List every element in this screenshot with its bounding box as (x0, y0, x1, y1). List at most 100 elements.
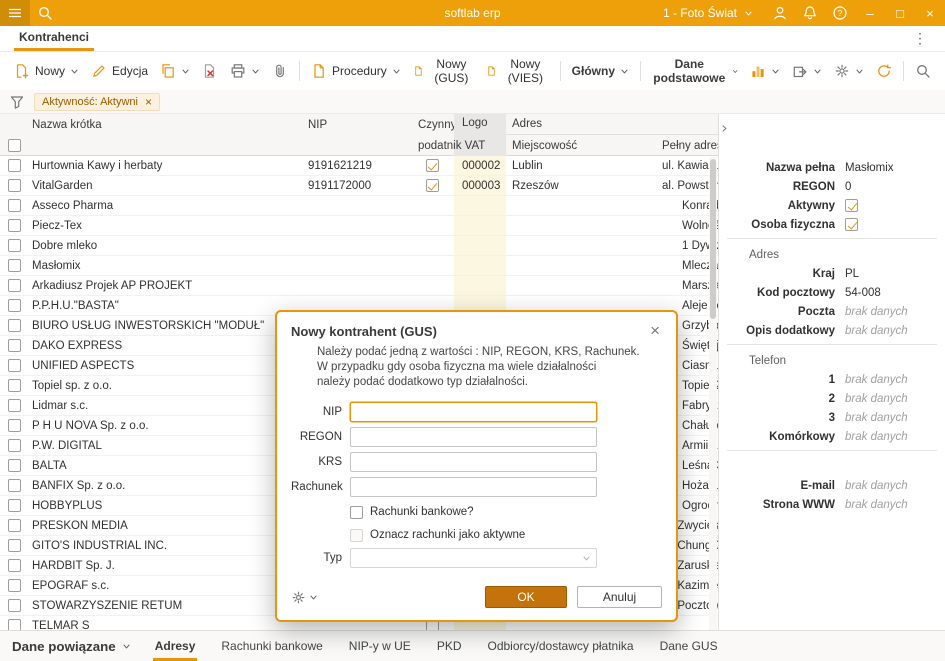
related-data-tab[interactable]: NIP-y w UE (347, 631, 413, 661)
column-header-vat-line1[interactable]: Czynny (410, 114, 454, 135)
notifications-button[interactable] (795, 0, 825, 26)
vertical-scrollbar[interactable] (709, 157, 717, 630)
row-select-checkbox[interactable] (8, 559, 21, 572)
workspace-selector[interactable]: 1 - Foto Świat (651, 0, 765, 26)
row-select-checkbox[interactable] (8, 359, 21, 372)
export-button[interactable] (786, 57, 828, 85)
scrollbar-thumb[interactable] (710, 159, 716, 319)
print-button[interactable] (224, 57, 266, 85)
search-button[interactable] (909, 57, 937, 85)
row-select-checkbox[interactable] (8, 439, 21, 452)
table-row[interactable]: Masłomix Mleczar (0, 256, 718, 276)
row-select-checkbox[interactable] (8, 399, 21, 412)
edit-button[interactable]: Edycja (85, 57, 154, 85)
vat-checkbox[interactable] (426, 179, 439, 192)
row-select-checkbox[interactable] (8, 619, 21, 630)
panel-checkbox[interactable] (845, 199, 858, 212)
regon-input[interactable] (350, 427, 597, 447)
dialog-settings-button[interactable] (291, 590, 318, 605)
related-data-tab[interactable]: Odbiorcy/dostawcy płatnika (486, 631, 636, 661)
table-row[interactable]: Arkadiusz Projek AP PROJEKT Marszał (0, 276, 718, 296)
related-data-tab[interactable]: Rachunki bankowe (219, 631, 324, 661)
row-select-checkbox[interactable] (8, 179, 21, 192)
row-select-checkbox[interactable] (8, 599, 21, 612)
typ-select[interactable] (350, 548, 597, 568)
dialog-close-icon[interactable]: × (648, 324, 662, 338)
table-row[interactable]: Asseco Pharma Konrada (0, 196, 718, 216)
column-header-city[interactable]: Miejscowość (506, 135, 660, 156)
table-row[interactable]: Piecz-Tex Wolność (0, 216, 718, 236)
row-select-checkbox[interactable] (8, 539, 21, 552)
column-header-nip[interactable]: NIP (300, 114, 410, 135)
close-button[interactable]: × (915, 0, 945, 26)
row-select-checkbox[interactable] (8, 279, 21, 292)
bar-chart-icon (750, 63, 766, 79)
minimize-button[interactable]: – (855, 0, 885, 26)
panel-row: Adres (727, 238, 937, 264)
column-group-header-address[interactable]: Adres (506, 114, 719, 135)
menu-button[interactable] (0, 0, 30, 26)
tab-overflow-menu[interactable]: ⋮ (905, 26, 935, 51)
table-row[interactable]: Dobre mleko 1 Dywizj (0, 236, 718, 256)
delete-button[interactable] (196, 57, 224, 85)
user-button[interactable] (765, 0, 795, 26)
row-select-checkbox[interactable] (8, 259, 21, 272)
row-select-checkbox[interactable] (8, 299, 21, 312)
main-area: Nazwa krótka NIP Czynny podatnik VAT Log… (0, 114, 945, 630)
remove-filter-icon[interactable]: × (145, 96, 152, 108)
row-select-checkbox[interactable] (8, 379, 21, 392)
column-header-full-address[interactable]: Pełny adres (660, 135, 719, 156)
cell-nip (300, 276, 410, 295)
row-select-checkbox[interactable] (8, 499, 21, 512)
table-row[interactable]: Hurtownia Kawy i herbaty 9191621219 0000… (0, 156, 718, 176)
column-header-vat-line2[interactable]: podatnik VAT (410, 135, 454, 156)
row-select-checkbox[interactable] (8, 239, 21, 252)
help-button[interactable] (825, 0, 855, 26)
row-select-checkbox[interactable] (8, 219, 21, 232)
panel-collapse-icon[interactable] (720, 124, 729, 133)
settings-button[interactable] (828, 57, 870, 85)
row-select-checkbox[interactable] (8, 199, 21, 212)
related-data-selector[interactable]: Dane powiązane (12, 631, 131, 661)
titlebar-search-button[interactable] (30, 0, 60, 26)
cancel-button[interactable]: Anuluj (577, 586, 662, 608)
new-vies-button[interactable]: Nowy (VIES) (480, 57, 554, 85)
dataset-selector[interactable]: Dane podstawowe (646, 57, 744, 85)
related-data-tab[interactable]: Dane GUS (658, 631, 720, 661)
filter-chip-aktywnosc[interactable]: Aktywność: Aktywni × (34, 93, 160, 111)
row-select-checkbox[interactable] (8, 579, 21, 592)
vat-checkbox[interactable] (426, 159, 439, 172)
row-select-checkbox[interactable] (8, 319, 21, 332)
row-select-checkbox[interactable] (8, 459, 21, 472)
new-button[interactable]: Nowy (8, 57, 85, 85)
row-select-checkbox[interactable] (8, 479, 21, 492)
mark-accounts-active-checkbox[interactable] (350, 529, 363, 542)
select-all-checkbox[interactable] (8, 139, 21, 152)
column-header-name[interactable]: Nazwa krótka (28, 114, 300, 135)
chart-button[interactable] (744, 57, 786, 85)
row-select-checkbox[interactable] (8, 339, 21, 352)
tab-kontrahenci[interactable]: Kontrahenci (14, 26, 94, 51)
nip-input[interactable] (350, 402, 597, 422)
refresh-button[interactable] (870, 57, 898, 85)
rachunek-input[interactable] (350, 477, 597, 497)
details-panel-rows: Nazwa pełna Masłomix REGON 0 Aktywny (719, 158, 945, 514)
panel-checkbox[interactable] (845, 218, 858, 231)
attachments-button[interactable] (266, 57, 294, 85)
chevron-down-icon (732, 67, 738, 76)
krs-input[interactable] (350, 452, 597, 472)
copy-button[interactable] (154, 57, 196, 85)
procedures-button[interactable]: Procedury (305, 57, 407, 85)
row-select-checkbox[interactable] (8, 519, 21, 532)
cell-logo: 000002 (454, 156, 506, 175)
row-select-checkbox[interactable] (8, 159, 21, 172)
row-select-checkbox[interactable] (8, 419, 21, 432)
ok-button[interactable]: OK (485, 586, 567, 608)
related-data-tab[interactable]: PKD (435, 631, 464, 661)
bank-accounts-checkbox[interactable] (350, 506, 363, 519)
view-selector[interactable]: Główny (566, 57, 635, 85)
table-row[interactable]: VitalGarden 9191172000 000003 Rzeszów al… (0, 176, 718, 196)
new-gus-button[interactable]: Nowy (GUS) (407, 57, 480, 85)
related-data-tab[interactable]: Adresy (153, 631, 198, 661)
maximize-button[interactable]: □ (885, 0, 915, 26)
